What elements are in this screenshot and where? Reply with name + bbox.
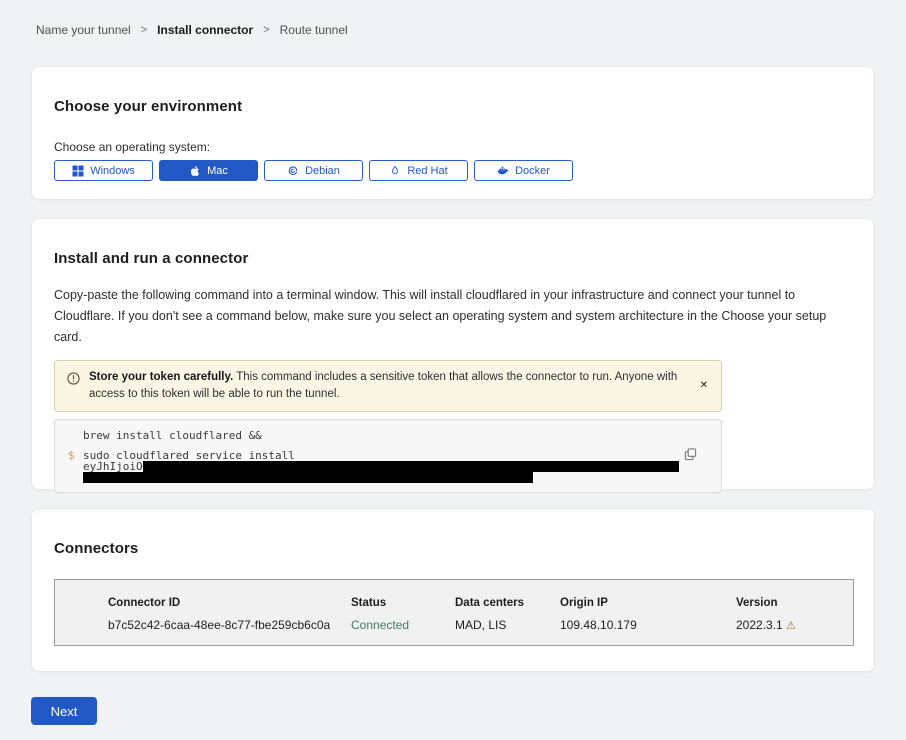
command-line-1: brew install cloudflared && bbox=[83, 429, 262, 442]
os-button-label: Red Hat bbox=[407, 165, 447, 177]
token-redaction-bar bbox=[143, 461, 679, 472]
data-centers-value: MAD, LIS bbox=[455, 618, 560, 632]
os-button-debian[interactable]: Debian bbox=[264, 160, 363, 181]
token-warning-banner: Store your token carefully. This command… bbox=[54, 360, 722, 412]
os-button-group: Windows Mac Debian Red Hat bbox=[54, 160, 852, 181]
close-icon[interactable]: ✕ bbox=[700, 381, 708, 391]
alert-circle-icon bbox=[67, 372, 80, 385]
os-button-mac[interactable]: Mac bbox=[159, 160, 258, 181]
origin-ip-value: 109.48.10.179 bbox=[560, 618, 736, 632]
os-button-label: Mac bbox=[207, 165, 228, 177]
apple-icon bbox=[189, 165, 201, 177]
breadcrumb-separator: > bbox=[141, 24, 147, 36]
connectors-table: Connector ID Status Data centers Origin … bbox=[54, 579, 854, 646]
next-button[interactable]: Next bbox=[31, 697, 97, 725]
shell-prompt: $ bbox=[68, 450, 83, 461]
table-row: b7c52c42-6caa-48ee-8c77-fbe259cb6c0a Con… bbox=[108, 618, 853, 632]
column-version: Version bbox=[736, 597, 853, 609]
windows-icon bbox=[72, 165, 84, 177]
debian-icon bbox=[287, 165, 299, 177]
os-select-label: Choose an operating system: bbox=[54, 140, 852, 154]
environment-card-title: Choose your environment bbox=[54, 98, 852, 115]
copy-command-button[interactable] bbox=[684, 448, 697, 464]
warning-triangle-icon: ⚠ bbox=[786, 620, 796, 632]
version-value: 2022.3.1 ⚠ bbox=[736, 618, 853, 632]
connectors-table-header: Connector ID Status Data centers Origin … bbox=[108, 597, 853, 609]
token-warning-text: Store your token carefully. This command… bbox=[89, 369, 687, 403]
command-code-block[interactable]: brew install cloudflared && $sudo cloudf… bbox=[54, 419, 722, 493]
install-description: Copy-paste the following command into a … bbox=[54, 285, 849, 348]
install-card: Install and run a connector Copy-paste t… bbox=[31, 218, 875, 490]
breadcrumb-name-your-tunnel[interactable]: Name your tunnel bbox=[36, 23, 131, 37]
breadcrumb-separator: > bbox=[263, 24, 269, 36]
breadcrumb: Name your tunnel > Install connector > R… bbox=[36, 23, 348, 37]
install-card-title: Install and run a connector bbox=[54, 250, 852, 267]
copy-icon bbox=[684, 448, 697, 464]
breadcrumb-install-connector[interactable]: Install connector bbox=[157, 23, 253, 37]
os-button-label: Windows bbox=[90, 165, 135, 177]
token-redaction-bar bbox=[83, 472, 533, 483]
column-connector-id: Connector ID bbox=[108, 597, 351, 609]
connectors-card-title: Connectors bbox=[54, 540, 852, 557]
os-button-label: Debian bbox=[305, 165, 340, 177]
status-badge: Connected bbox=[351, 618, 455, 632]
os-button-windows[interactable]: Windows bbox=[54, 160, 153, 181]
column-origin-ip: Origin IP bbox=[560, 597, 736, 609]
column-data-centers: Data centers bbox=[455, 597, 560, 609]
os-button-docker[interactable]: Docker bbox=[474, 160, 573, 181]
connector-id-value: b7c52c42-6caa-48ee-8c77-fbe259cb6c0a bbox=[108, 618, 351, 632]
os-button-redhat[interactable]: Red Hat bbox=[369, 160, 468, 181]
redhat-icon bbox=[389, 165, 401, 177]
connectors-card: Connectors Connector ID Status Data cent… bbox=[31, 508, 875, 672]
os-button-label: Docker bbox=[515, 165, 550, 177]
docker-icon bbox=[497, 165, 509, 177]
token-warning-bold: Store your token carefully. bbox=[89, 371, 233, 383]
column-status: Status bbox=[351, 597, 455, 609]
breadcrumb-route-tunnel[interactable]: Route tunnel bbox=[280, 23, 348, 37]
environment-card: Choose your environment Choose an operat… bbox=[31, 66, 875, 200]
